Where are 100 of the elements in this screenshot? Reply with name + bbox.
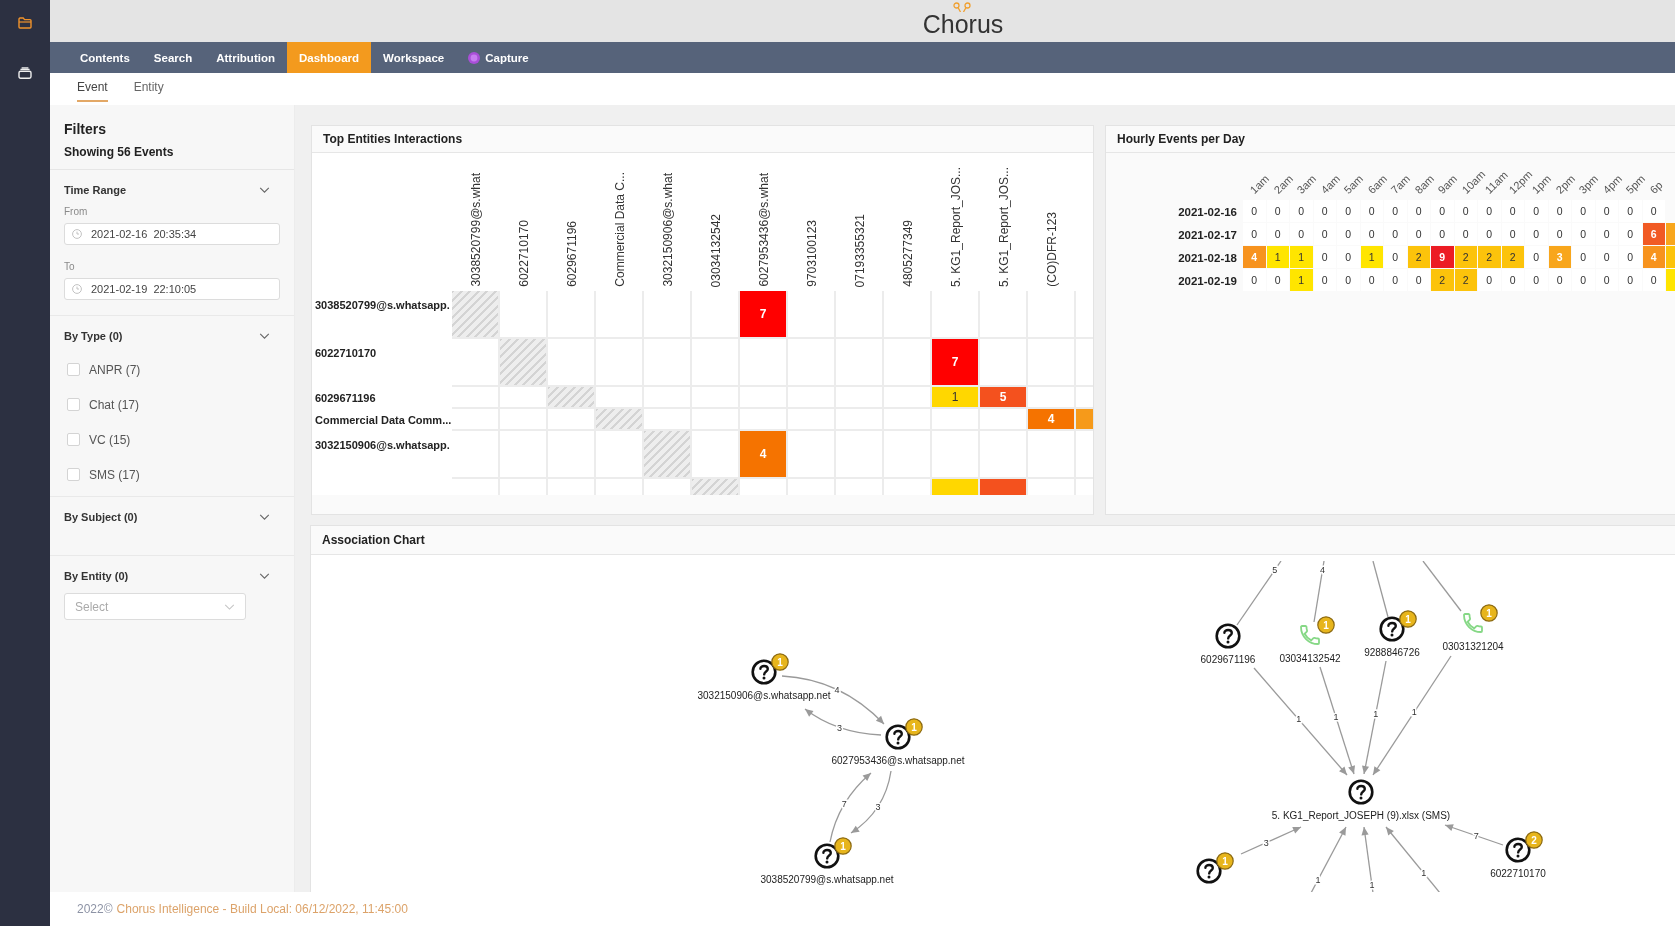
nav-tab[interactable]: Search (141, 42, 205, 73)
heatmap-cell: 0 (1243, 200, 1266, 222)
column-header: 4805277349 (901, 220, 915, 287)
view-tab[interactable]: Event (77, 73, 108, 102)
chevron-down-icon[interactable] (259, 514, 270, 520)
option-label: VC (15) (89, 432, 131, 447)
date-label: 2021-02-18 (1178, 251, 1237, 264)
heatmap-cell: 2 (1454, 246, 1477, 268)
heatmap-cell: 0 (1525, 200, 1548, 222)
panel-title: Hourly Events per Day (1117, 132, 1246, 146)
heatmap-cell: 6 (1642, 223, 1665, 245)
edge-label: 1 (1421, 868, 1427, 879)
count-badge: 1 (905, 718, 923, 736)
view-tab[interactable]: Entity (133, 73, 164, 102)
column-header: 3038520799@s.what (469, 173, 483, 287)
heatmap-cell: 0 (1548, 200, 1571, 222)
nav-tab[interactable]: Capture (456, 42, 541, 73)
heatmap-cell: 0 (1619, 246, 1642, 268)
column-header: 3032150906@s.what (661, 173, 675, 287)
node-label: 9288846726 (1364, 647, 1420, 658)
matrix-cell: 4 (740, 431, 786, 477)
chevron-down-icon[interactable] (259, 187, 270, 193)
heatmap-cell: 1 (1290, 269, 1313, 291)
heatmap-cell: 0 (1243, 269, 1266, 291)
chevron-down-icon[interactable] (259, 573, 270, 579)
heatmap-cell: 0 (1313, 269, 1336, 291)
checkbox[interactable] (67, 433, 80, 446)
heatmap-cell: 2 (1478, 246, 1501, 268)
heatmap-cell: 0 (1572, 246, 1595, 268)
row-header: 6022710170 (315, 347, 377, 359)
node-label: 3038520799@s.whatsapp.net (760, 874, 894, 885)
date-time-field[interactable]: 2021-02-16 20:35:34 (64, 223, 280, 245)
date-time-field[interactable]: 2021-02-19 22:10:05 (64, 278, 280, 300)
question-mark-icon (1348, 779, 1374, 805)
field-label: From (64, 206, 88, 217)
heatmap-cell: 0 (1243, 223, 1266, 245)
column-header: 6022710170 (517, 220, 531, 287)
heatmap-cell: 0 (1572, 200, 1595, 222)
edge-label: 4 (834, 684, 840, 695)
heatmap-cell: 0 (1454, 200, 1477, 222)
node-label: 6027953436@s.whatsapp.net (831, 755, 965, 766)
heatmap-cell: 0 (1642, 200, 1665, 222)
folder-icon[interactable] (18, 17, 32, 29)
event-count: Showing 56 Events (64, 145, 174, 159)
nav-tab[interactable]: Workspace (371, 42, 457, 73)
edge-label: 7 (1473, 830, 1479, 841)
count-badge: 1 (1317, 616, 1335, 634)
matrix-cell: 1 (932, 387, 978, 407)
heatmap-cell: 0 (1642, 269, 1665, 291)
heatmap-cell: 2 (1431, 269, 1454, 291)
checkbox[interactable] (67, 398, 80, 411)
filter-title: Filters (64, 121, 106, 137)
edge-label: 1 (1411, 706, 1417, 717)
nav-tab[interactable]: Contents (68, 42, 142, 73)
node-label: 3032150906@s.whatsapp.net (697, 690, 831, 701)
edge-label: 4 (1320, 564, 1326, 575)
heatmap-cell: 0 (1266, 269, 1289, 291)
column-header: 6027953436@s.what (757, 173, 771, 287)
edge-line (1422, 561, 1462, 612)
matrix-cell: 5 (980, 387, 1026, 407)
clock-icon (72, 284, 82, 294)
node-label: 03031321204 (1442, 641, 1504, 652)
checkbox[interactable] (67, 468, 80, 481)
heatmap-cell: 0 (1572, 269, 1595, 291)
heatmap-cell: 0 (1384, 269, 1407, 291)
hatched-cell (500, 339, 546, 385)
edge-arrow (850, 770, 892, 834)
edge-line (1313, 561, 1325, 623)
heatmap-cell: 0 (1313, 223, 1336, 245)
heatmap-cell: 0 (1619, 200, 1642, 222)
heatmap-cell: 0 (1619, 269, 1642, 291)
hour-label: 4pm (1600, 172, 1624, 196)
edge-arrow (1385, 826, 1441, 892)
heatmap-cell: 0 (1478, 223, 1501, 245)
heatmap-cell: 1 (1290, 246, 1313, 268)
date-label: 2021-02-19 (1178, 274, 1237, 287)
heatmap-cell: 0 (1337, 246, 1360, 268)
column-header: Commercial Data C... (613, 172, 627, 287)
heatmap-cell: 0 (1313, 246, 1336, 268)
option-label: SMS (17) (89, 467, 140, 482)
heatmap-cell: 0 (1431, 223, 1454, 245)
column-header: 03034132542 (709, 213, 723, 287)
checkbox[interactable] (67, 363, 80, 376)
heatmap-cell: 4 (1243, 246, 1266, 268)
row-header: 6029671196 (315, 392, 376, 404)
nav-tab[interactable]: Attribution (204, 42, 287, 73)
date-label: 2021-02-16 (1178, 205, 1237, 218)
heatmap-cell: 0 (1595, 246, 1618, 268)
heatmap-cell: 0 (1384, 223, 1407, 245)
heatmap-cell: 0 (1337, 269, 1360, 291)
row-header: 3032150906@s.whatsapp. (315, 439, 450, 451)
heatmap-cell: 0 (1501, 269, 1524, 291)
tray-icon[interactable] (18, 67, 32, 79)
heatmap-cell: 0 (1337, 223, 1360, 245)
chevron-down-icon[interactable] (259, 333, 270, 339)
heatmap-cell: 0 (1548, 223, 1571, 245)
node-label: 5. KG1_Report_JOSEPH (9).xlsx (SMS) (1271, 810, 1451, 821)
panel-title: Association Chart (322, 533, 425, 547)
column-header: 5. KG1_Report_JOS... (949, 166, 963, 287)
column-header: 5. KG1_Report_JOS... (997, 166, 1011, 287)
